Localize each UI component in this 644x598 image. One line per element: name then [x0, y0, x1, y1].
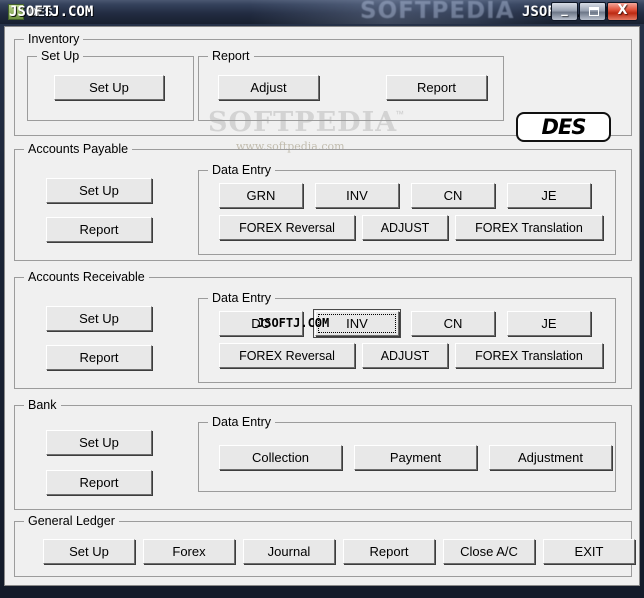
group-general-ledger: General Ledger Set Up Forex Journal Repo…	[14, 514, 635, 577]
ap-grn-button[interactable]: GRN	[219, 183, 303, 208]
group-inventory-report: Report Adjust Report	[198, 49, 504, 121]
group-bank: Bank Set Up Report Data Entry Collection…	[14, 398, 632, 510]
ar-adjust-button[interactable]: ADJUST	[362, 343, 448, 368]
ar-cn-button[interactable]: CN	[411, 311, 495, 336]
close-icon: X	[617, 3, 628, 18]
ar-je-button[interactable]: JE	[507, 311, 591, 336]
app-icon	[8, 4, 24, 20]
maximize-button[interactable]	[579, 2, 606, 21]
bank-setup-button[interactable]: Set Up	[46, 430, 152, 455]
ap-forex-translation-button[interactable]: FOREX Translation	[455, 215, 603, 240]
accounts-receivable-setup-button[interactable]: Set Up	[46, 306, 152, 331]
des-logo-text: DES	[541, 114, 587, 139]
ar-forex-reversal-button[interactable]: FOREX Reversal	[219, 343, 355, 368]
title-bar: DES SOFTPEDIA JSOFTJ.COM JSOFTJ.COM _ X	[0, 0, 644, 24]
application-window: DES SOFTPEDIA JSOFTJ.COM JSOFTJ.COM _ X …	[0, 0, 644, 598]
client-area: Inventory Set Up Set Up Report Adjust Re…	[4, 26, 640, 586]
group-inventory-report-label: Report	[208, 49, 254, 63]
group-accounts-payable-data-entry-label: Data Entry	[208, 163, 276, 177]
group-inventory-setup: Set Up Set Up	[27, 49, 194, 121]
group-accounts-payable-data-entry: Data Entry GRN INV CN JE FOREX Reversal …	[198, 163, 616, 255]
gl-exit-button[interactable]: EXIT	[543, 539, 635, 564]
inventory-setup-button[interactable]: Set Up	[54, 75, 164, 100]
minimize-button[interactable]: _	[551, 2, 578, 21]
group-accounts-receivable-data-entry: Data Entry DO INV CN JE FOREX Reversal A…	[198, 291, 616, 383]
gl-forex-button[interactable]: Forex	[143, 539, 235, 564]
ar-inv-button[interactable]: INV	[312, 308, 402, 339]
accounts-payable-setup-button[interactable]: Set Up	[46, 178, 152, 203]
window-title: DES	[28, 5, 53, 19]
softpedia-titlebar-watermark: SOFTPEDIA	[360, 0, 515, 24]
ap-adjust-button[interactable]: ADJUST	[362, 215, 448, 240]
focus-ring	[318, 314, 396, 333]
ap-inv-button[interactable]: INV	[315, 183, 399, 208]
ap-forex-reversal-button[interactable]: FOREX Reversal	[219, 215, 355, 240]
ar-do-button[interactable]: DO	[219, 311, 303, 336]
ap-cn-button[interactable]: CN	[411, 183, 495, 208]
maximize-icon	[589, 7, 599, 16]
des-logo: DES	[516, 112, 611, 142]
group-accounts-payable: Accounts Payable Set Up Report Data Entr…	[14, 142, 632, 261]
group-inventory-label: Inventory	[24, 32, 84, 46]
gl-report-button[interactable]: Report	[343, 539, 435, 564]
gl-journal-button[interactable]: Journal	[243, 539, 335, 564]
group-inventory-setup-label: Set Up	[37, 49, 84, 63]
group-accounts-payable-label: Accounts Payable	[24, 142, 133, 156]
ap-je-button[interactable]: JE	[507, 183, 591, 208]
gl-close-ac-button[interactable]: Close A/C	[443, 539, 535, 564]
close-button[interactable]: X	[607, 2, 638, 21]
bank-report-button[interactable]: Report	[46, 470, 152, 495]
minimize-icon: _	[561, 2, 568, 17]
group-accounts-receivable-data-entry-label: Data Entry	[208, 291, 276, 305]
group-accounts-receivable: Accounts Receivable Set Up Report Data E…	[14, 270, 632, 389]
group-bank-data-entry-label: Data Entry	[208, 415, 276, 429]
accounts-receivable-report-button[interactable]: Report	[46, 345, 152, 370]
bank-adjustment-button[interactable]: Adjustment	[489, 445, 612, 470]
bank-collection-button[interactable]: Collection	[219, 445, 342, 470]
group-general-ledger-label: General Ledger	[24, 514, 119, 528]
accounts-payable-report-button[interactable]: Report	[46, 217, 152, 242]
inventory-report-button[interactable]: Report	[386, 75, 487, 100]
bank-payment-button[interactable]: Payment	[354, 445, 477, 470]
group-bank-label: Bank	[24, 398, 61, 412]
inventory-adjust-button[interactable]: Adjust	[218, 75, 319, 100]
gl-setup-button[interactable]: Set Up	[43, 539, 135, 564]
group-bank-data-entry: Data Entry Collection Payment Adjustment	[198, 415, 616, 492]
group-accounts-receivable-label: Accounts Receivable	[24, 270, 149, 284]
ar-forex-translation-button[interactable]: FOREX Translation	[455, 343, 603, 368]
